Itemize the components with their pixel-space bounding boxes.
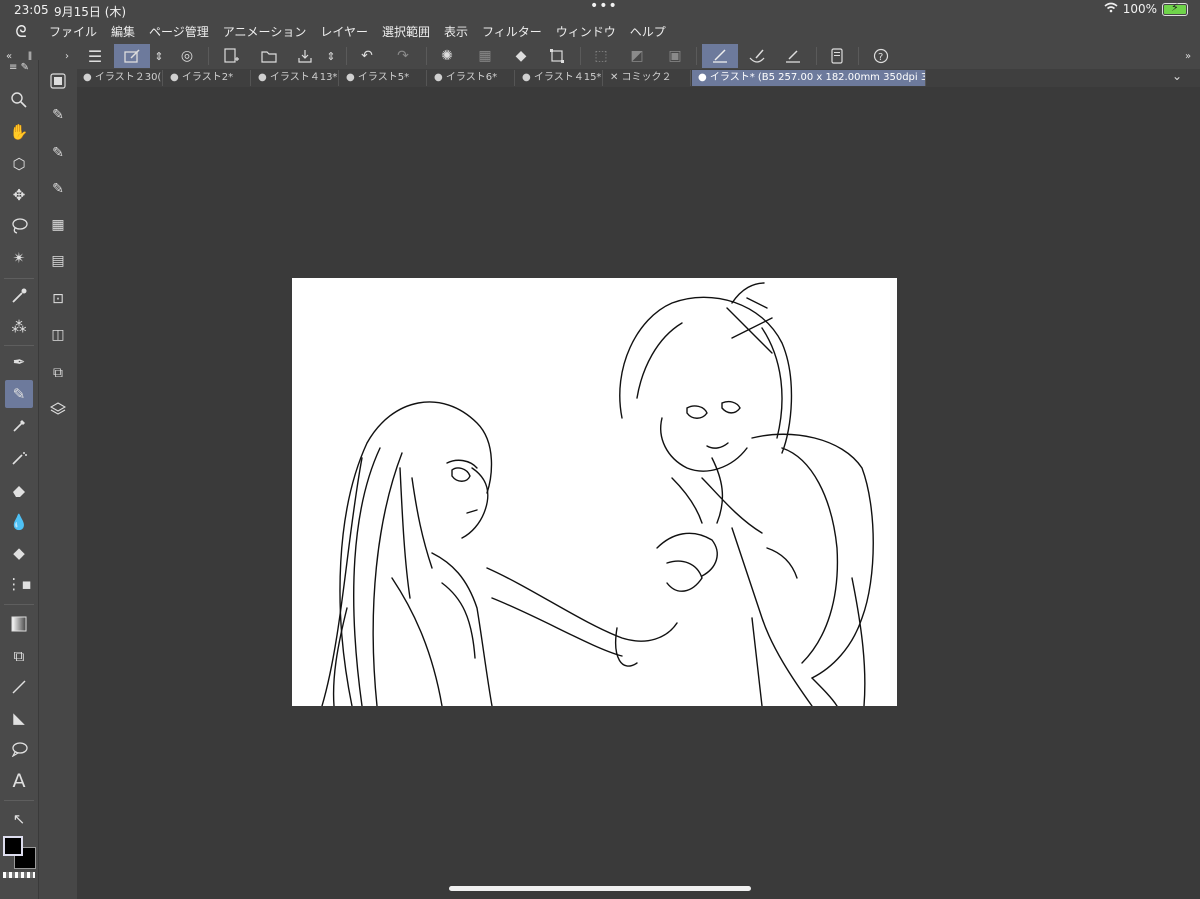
status-right: 100% ⚡ xyxy=(1104,1,1188,16)
undo-icon[interactable]: ↶ xyxy=(354,44,380,68)
drawing-canvas[interactable] xyxy=(292,278,897,707)
sketch-drawing xyxy=(321,282,874,707)
text-tool-icon[interactable]: A xyxy=(5,767,33,795)
brush-tool-icon[interactable] xyxy=(5,412,33,440)
save-options-icon[interactable]: ⇕ xyxy=(322,44,340,68)
figure-tool-icon[interactable] xyxy=(5,673,33,701)
app-logo-icon[interactable]: ᘓ xyxy=(0,22,42,42)
menu-animation[interactable]: アニメーション xyxy=(216,23,314,40)
help-icon[interactable]: ? xyxy=(868,44,894,68)
menu-help[interactable]: ヘルプ xyxy=(623,23,673,40)
tabs-dropdown-icon[interactable]: ⌄ xyxy=(1172,69,1182,83)
status-bar: 23:05 9月15日 (木) ••• 100% ⚡ xyxy=(0,0,1200,20)
brush-size-icon[interactable]: ✎ xyxy=(45,140,71,166)
tool-palette-menu-icon[interactable]: ≡ ✎ xyxy=(5,60,33,74)
status-date: 9月15日 (木) xyxy=(54,5,127,19)
snap-special-ruler-icon[interactable] xyxy=(744,44,770,68)
decoration-tool-icon[interactable]: ⋮▪ xyxy=(5,570,33,598)
frame-border-tool-icon[interactable]: ⧉ xyxy=(5,642,33,670)
navigator-icon[interactable]: ◫ xyxy=(45,322,71,348)
multitask-dots[interactable]: ••• xyxy=(590,0,618,14)
tab-illust-413[interactable]: ● イラスト４13* xyxy=(252,70,339,86)
tab-illust-415[interactable]: ● イラスト４15* xyxy=(516,70,603,86)
status-time: 23:05 xyxy=(14,3,49,17)
tab-illust-active[interactable]: ● イラスト* (B5 257.00 x 182.00mm 350dpi 39.… xyxy=(692,70,926,86)
invert-selection-icon[interactable]: ◩ xyxy=(624,44,650,68)
move-layer-tool-icon[interactable]: ✥ xyxy=(5,181,33,209)
ruler-tool-icon[interactable]: ◣ xyxy=(5,704,33,732)
material-icon[interactable]: ⊡ xyxy=(45,286,71,312)
zoom-tool-icon[interactable] xyxy=(5,86,33,114)
battery-icon: ⚡ xyxy=(1162,1,1188,16)
layer-property-icon[interactable]: ⧉ xyxy=(45,360,71,386)
main-color-swatch[interactable] xyxy=(3,836,23,856)
transform-icon[interactable] xyxy=(544,44,570,68)
switch-mode-icon[interactable]: ⇕ xyxy=(150,44,168,68)
companion-icon[interactable]: ◎ xyxy=(174,44,200,68)
tab-comic-2[interactable]: ✕ コミック２ xyxy=(604,70,691,86)
correct-line-tool-icon[interactable]: ↖ xyxy=(5,805,33,833)
transparent-color-icon[interactable] xyxy=(3,872,35,878)
airbrush-tool-icon[interactable] xyxy=(5,444,33,472)
fill-icon[interactable]: ◆ xyxy=(508,44,534,68)
eraser-tool-icon[interactable] xyxy=(5,476,33,504)
sub-tool-palette: ✎ ✎ ✎ ▦ ▤ ⊡ ◫ ⧉ xyxy=(38,60,77,899)
hamburger-menu-icon[interactable]: ☰ xyxy=(82,44,108,68)
document-tabs: ● イラスト２30(6 ● イラスト2* ● イラスト４13* ● イラスト5*… xyxy=(77,69,1200,87)
menu-file[interactable]: ファイル xyxy=(42,23,104,40)
hand-tool-icon[interactable]: ✋ xyxy=(5,118,33,146)
redo-icon[interactable]: ↷ xyxy=(390,44,416,68)
pen-tool-icon[interactable]: ✒ xyxy=(5,348,33,376)
balloon-tool-icon[interactable] xyxy=(5,735,33,763)
menu-view[interactable]: 表示 xyxy=(437,23,475,40)
eyedropper-tool-icon[interactable] xyxy=(5,282,33,310)
tool-palette: ≡ ✎ ✋ ⬡ ✥ ✴ ⁂ ✒ ✎ 💧 ◆ ⋮▪ ⧉ ◣ A ↖ xyxy=(0,60,38,899)
menu-bar: ᘓ ファイル 編集 ページ管理 アニメーション レイヤー 選択範囲 表示 フィル… xyxy=(0,20,1200,43)
color-history-icon[interactable]: ▤ xyxy=(45,248,71,274)
ai-colorize-tool-icon[interactable]: ⁂ xyxy=(5,313,33,341)
menu-window[interactable]: ウィンドウ xyxy=(549,23,623,40)
svg-text:?: ? xyxy=(878,52,883,63)
open-file-icon[interactable] xyxy=(256,44,282,68)
deselect-icon[interactable]: ⬚ xyxy=(588,44,614,68)
snap-ruler-icon[interactable] xyxy=(702,44,738,68)
snap-grid-icon[interactable] xyxy=(780,44,806,68)
simple-mode-icon[interactable] xyxy=(114,44,150,68)
layer-icon[interactable] xyxy=(45,396,71,422)
tab-illust-230[interactable]: ● イラスト２30(6 xyxy=(77,70,163,86)
save-icon[interactable] xyxy=(292,44,318,68)
menu-page[interactable]: ページ管理 xyxy=(142,23,216,40)
tab-illust-2[interactable]: ● イラスト2* xyxy=(164,70,251,86)
menu-filter[interactable]: フィルター xyxy=(475,23,549,40)
color-palette-icon[interactable]: ▦ xyxy=(45,212,71,238)
pencil-tool-icon[interactable]: ✎ xyxy=(5,380,33,408)
loading-spinner-icon[interactable]: ✺ xyxy=(434,44,460,68)
gradient-tool-icon[interactable] xyxy=(5,610,33,638)
wifi-icon xyxy=(1104,2,1118,16)
clear-icon[interactable]: ▦ xyxy=(472,44,498,68)
palette-toggle-icon[interactable] xyxy=(45,68,71,94)
tool-property-icon[interactable]: ✎ xyxy=(45,176,71,202)
sub-tool-icon[interactable]: ✎ xyxy=(45,102,71,128)
menu-selection[interactable]: 選択範囲 xyxy=(375,23,437,40)
tab-illust-5[interactable]: ● イラスト5* xyxy=(340,70,427,86)
fill-tool-icon[interactable]: ◆ xyxy=(5,539,33,567)
command-bar: « ‖ › ☰ ⇕ ◎ ⇕ ↶ ↷ ✺ ▦ ◆ ⬚ ◩ ▣ ? » xyxy=(0,43,1200,69)
show-selection-icon[interactable]: ▣ xyxy=(662,44,688,68)
new-file-icon[interactable] xyxy=(218,44,244,68)
device-icon[interactable] xyxy=(824,44,850,68)
lasso-selection-tool-icon[interactable] xyxy=(5,212,33,240)
menu-layer[interactable]: レイヤー xyxy=(313,23,375,40)
collapse-right-icon[interactable]: » xyxy=(1180,44,1196,68)
tab-illust-6[interactable]: ● イラスト6* xyxy=(428,70,515,86)
home-indicator[interactable] xyxy=(449,886,751,891)
operation-tool-icon[interactable]: ⬡ xyxy=(5,150,33,178)
menu-edit[interactable]: 編集 xyxy=(104,23,142,40)
battery-percent: 100% xyxy=(1122,2,1157,16)
magic-wand-tool-icon[interactable]: ✴ xyxy=(5,244,33,272)
blend-tool-icon[interactable]: 💧 xyxy=(5,508,33,536)
